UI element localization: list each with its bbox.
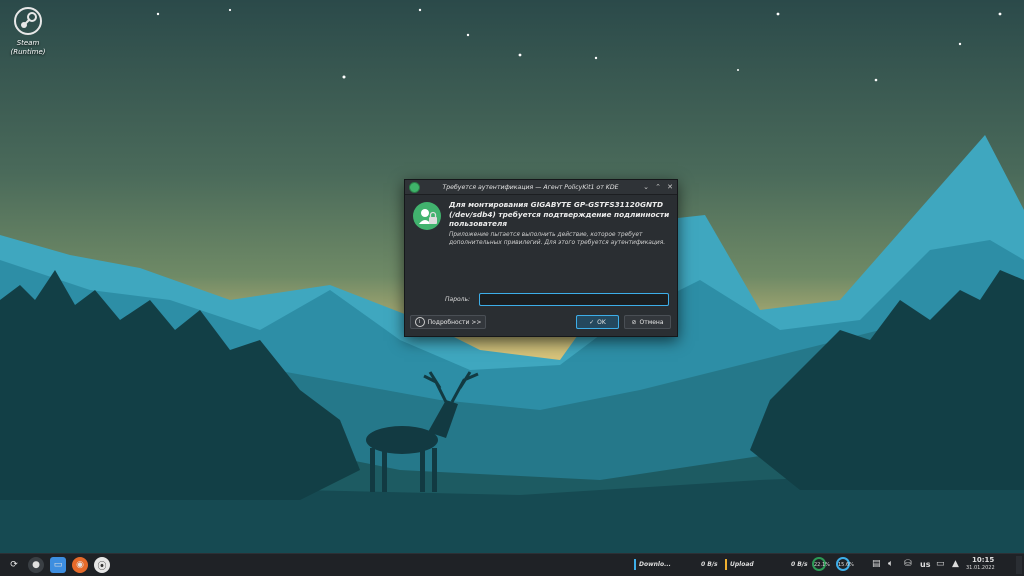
- pager-icon[interactable]: ●: [28, 557, 44, 573]
- keyboard-layout[interactable]: us: [920, 560, 930, 569]
- chevron-down-icon: ⌄: [643, 183, 649, 191]
- volume-icon[interactable]: 🔈︎: [888, 559, 893, 569]
- clipboard-icon[interactable]: ▤: [872, 559, 881, 569]
- upload-label: Upload: [730, 561, 754, 568]
- tray-expand-icon[interactable]: ▲: [952, 559, 959, 569]
- details-button[interactable]: i Подробности >>: [410, 315, 486, 329]
- cancel-button-label: Отмена: [639, 318, 664, 326]
- network-icon[interactable]: ▭: [936, 559, 945, 569]
- dialog-content: Для монтирования GIGABYTE GP-GSTFS31120G…: [405, 195, 677, 246]
- authentication-dialog: Требуется аутентификация — Агент PolicyK…: [404, 179, 678, 337]
- ok-button-label: OK: [597, 318, 606, 326]
- memory-percent: 15.6%: [838, 562, 854, 568]
- chevron-up-icon: ⌃: [655, 183, 661, 191]
- application-launcher-icon[interactable]: ⟳: [6, 557, 22, 573]
- download-label: Downlo...: [639, 561, 671, 568]
- dialog-titlebar[interactable]: Требуется аутентификация — Агент PolicyK…: [405, 180, 677, 195]
- password-label: Пароль:: [445, 296, 471, 303]
- file-manager-icon[interactable]: ▭: [50, 557, 66, 573]
- download-rate: 0 B/s: [701, 561, 718, 568]
- network-download-indicator: [634, 559, 636, 570]
- lock-user-icon: [413, 202, 441, 230]
- steam-label-line2: (Runtime): [10, 48, 46, 56]
- taskbar: ⟳ ● ▭ ◉ ⦿ Downlo... 0 B/s Upload 0 B/s 2…: [0, 553, 1024, 576]
- steam-icon: [13, 6, 43, 36]
- close-button[interactable]: ✕: [665, 182, 675, 192]
- firefox-icon[interactable]: ◉: [72, 557, 88, 573]
- dialog-description: Приложение пытается выполнить действие, …: [449, 232, 666, 247]
- steam-desktop-icon[interactable]: Steam (Runtime): [6, 6, 50, 57]
- show-desktop-button[interactable]: [1016, 556, 1022, 574]
- dialog-title: Требуется аутентификация — Агент PolicyK…: [442, 183, 619, 191]
- policykit-icon: [409, 181, 420, 193]
- dialog-heading: Для монтирования GIGABYTE GP-GSTFS31120G…: [449, 200, 670, 228]
- minimize-button[interactable]: ⌄: [641, 182, 651, 192]
- clock-date[interactable]: 31.01.2022: [966, 565, 995, 571]
- checkmark-icon: ✓: [589, 318, 595, 326]
- cpu-percent: 22.1%: [814, 562, 830, 568]
- close-icon: ✕: [667, 183, 673, 191]
- cancel-icon: ⊘: [631, 318, 637, 326]
- maximize-button[interactable]: ⌃: [653, 182, 663, 192]
- steam-label-line1: Steam: [16, 39, 40, 47]
- clock-time[interactable]: 10:15: [972, 556, 994, 564]
- usb-device-icon[interactable]: ⛁: [904, 559, 912, 569]
- ok-button[interactable]: ✓ OK: [576, 315, 619, 329]
- network-upload-indicator: [725, 559, 727, 570]
- keepass-icon[interactable]: ⦿: [94, 557, 110, 573]
- info-icon: i: [414, 317, 425, 327]
- password-input[interactable]: [479, 293, 669, 306]
- details-button-label: Подробности >>: [427, 318, 482, 326]
- upload-rate: 0 B/s: [791, 561, 808, 568]
- cancel-button[interactable]: ⊘ Отмена: [624, 315, 671, 329]
